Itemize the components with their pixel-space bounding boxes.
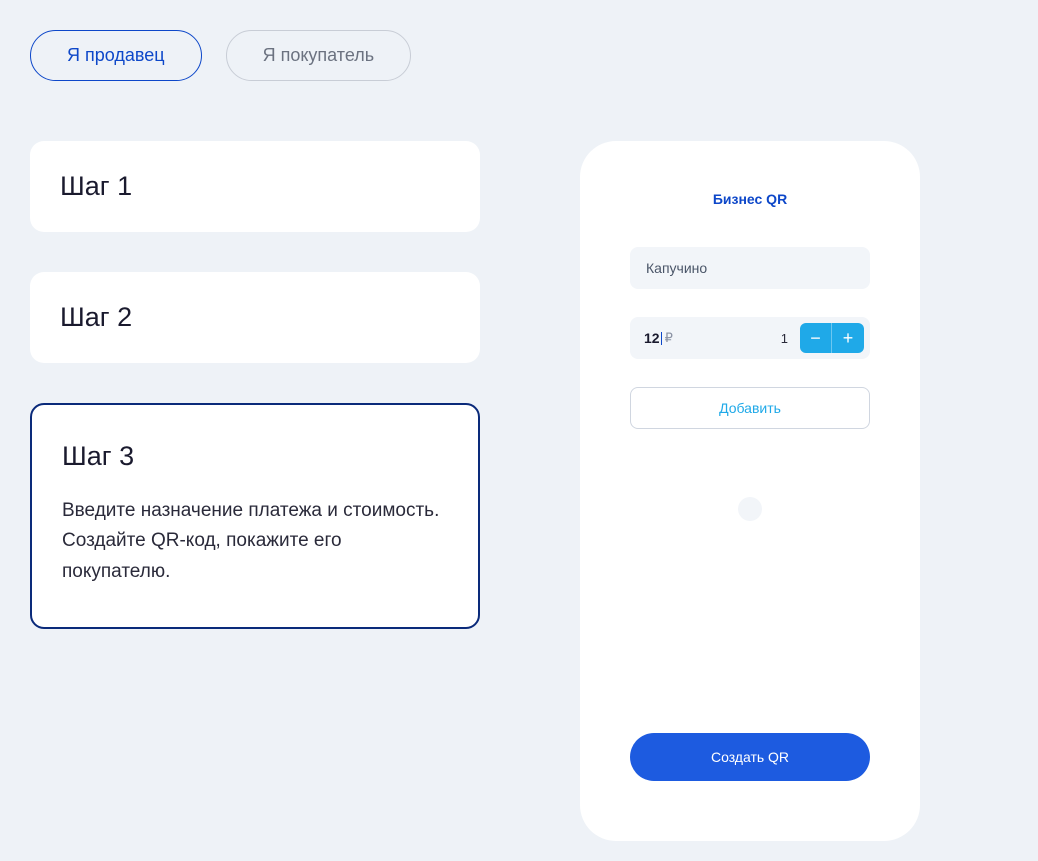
add-button[interactable]: Добавить <box>630 387 870 429</box>
step-3-title: Шаг 3 <box>62 441 448 472</box>
price-value[interactable]: 12 <box>644 330 660 346</box>
steps-list: Шаг 1 Шаг 2 Шаг 3 Введите назначение пла… <box>30 141 480 841</box>
step-2-title: Шаг 2 <box>60 302 450 333</box>
phone-app-title: Бизнес QR <box>713 191 787 207</box>
price-row: 12 ₽ 1 − + <box>630 317 870 359</box>
text-cursor-icon <box>661 332 662 345</box>
product-name-input[interactable]: Капучино <box>630 247 870 289</box>
quantity-plus-button[interactable]: + <box>832 323 864 353</box>
role-tabs: Я продавец Я покупатель <box>30 30 1008 81</box>
dot-indicator-icon <box>738 497 762 521</box>
step-2-card[interactable]: Шаг 2 <box>30 272 480 363</box>
tab-seller[interactable]: Я продавец <box>30 30 202 81</box>
step-1-title: Шаг 1 <box>60 171 450 202</box>
step-3-description: Введите назначение платежа и стоимость. … <box>62 496 448 587</box>
currency-label: ₽ <box>665 330 673 346</box>
quantity-stepper: − + <box>800 323 864 353</box>
step-3-card[interactable]: Шаг 3 Введите назначение платежа и стоим… <box>30 403 480 629</box>
quantity-value: 1 <box>781 331 788 346</box>
quantity-minus-button[interactable]: − <box>800 323 832 353</box>
create-qr-button[interactable]: Создать QR <box>630 733 870 781</box>
phone-mockup: Бизнес QR Капучино 12 ₽ 1 − + Добавить С… <box>580 141 920 841</box>
step-1-card[interactable]: Шаг 1 <box>30 141 480 232</box>
tab-buyer[interactable]: Я покупатель <box>226 30 412 81</box>
